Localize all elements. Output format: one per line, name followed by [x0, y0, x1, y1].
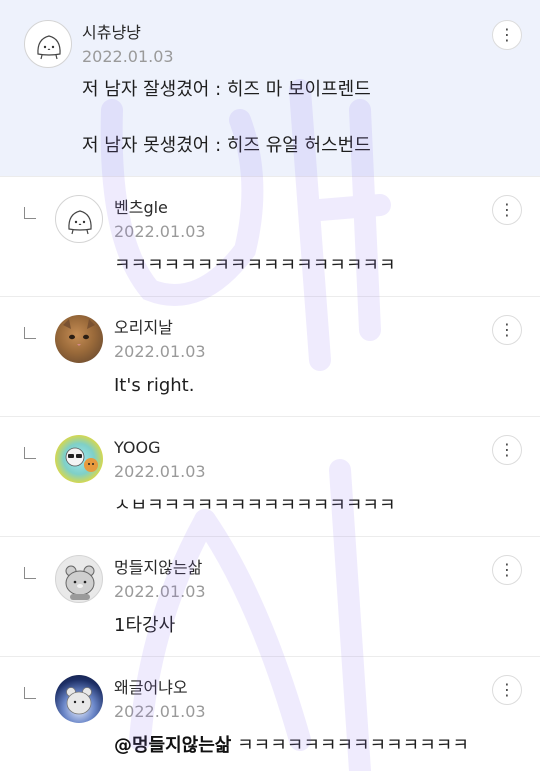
comment-item: 시츄냥냥 2022.01.03 저 남자 잘생겼어 : 히즈 마 보이프렌드 저… [0, 0, 540, 177]
more-options-button[interactable]: ⋮ [492, 555, 522, 585]
avatar[interactable] [24, 20, 72, 68]
bear-icon [66, 687, 92, 715]
reply-item: 벤츠gle 2022.01.03 ㅋㅋㅋㅋㅋㅋㅋㅋㅋㅋㅋㅋㅋㅋㅋㅋㅋ ⋮ [0, 177, 540, 297]
author-name[interactable]: 멍들지않는삶 [114, 558, 202, 578]
author-name[interactable]: YOOG [114, 438, 160, 458]
comment-date: 2022.01.03 [114, 222, 206, 241]
more-vertical-icon: ⋮ [499, 440, 515, 459]
avatar[interactable] [55, 315, 103, 363]
character-avatar [65, 447, 98, 472]
avatar[interactable] [55, 675, 103, 723]
reply-arrow-icon [24, 327, 36, 339]
ghost-icon [68, 210, 92, 235]
bear-icon [65, 565, 95, 600]
comment-text: 1타강사 [114, 615, 176, 636]
comment-text: 저 남자 못생겼어 : 히즈 유얼 허스번드 [82, 135, 371, 156]
cat-photo [63, 319, 95, 346]
reply-arrow-icon [24, 567, 36, 579]
more-vertical-icon: ⋮ [499, 320, 515, 339]
reply-item: YOOG 2022.01.03 ㅅㅂㅋㅋㅋㅋㅋㅋㅋㅋㅋㅋㅋㅋㅋㅋㅋ ⋮ [0, 417, 540, 537]
comment-date: 2022.01.03 [114, 702, 206, 721]
ghost-icon [37, 35, 61, 60]
avatar[interactable] [55, 435, 103, 483]
more-vertical-icon: ⋮ [499, 25, 515, 44]
comment-text: @멍들지않는삶 ㅋㅋㅋㅋㅋㅋㅋㅋㅋㅋㅋㅋㅋㅋ [114, 734, 469, 758]
more-options-button[interactable]: ⋮ [492, 195, 522, 225]
mention-link[interactable]: @멍들지않는삶 [114, 735, 231, 756]
comment-text: 저 남자 잘생겼어 : 히즈 마 보이프렌드 [82, 79, 371, 100]
author-name[interactable]: 시츄냥냥 [82, 23, 141, 43]
more-options-button[interactable]: ⋮ [492, 315, 522, 345]
reply-item: 오리지날 2022.01.03 It's right. ⋮ [0, 297, 540, 417]
comment-text: ㅅㅂㅋㅋㅋㅋㅋㅋㅋㅋㅋㅋㅋㅋㅋㅋㅋ [114, 495, 396, 516]
comment-text: It's right. [114, 375, 195, 396]
more-vertical-icon: ⋮ [499, 680, 515, 699]
comment-date: 2022.01.03 [82, 47, 174, 66]
avatar[interactable] [55, 195, 103, 243]
reply-arrow-icon [24, 207, 36, 219]
avatar[interactable] [55, 555, 103, 603]
comment-text-body: ㅋㅋㅋㅋㅋㅋㅋㅋㅋㅋㅋㅋㅋㅋ [231, 735, 469, 756]
more-options-button[interactable]: ⋮ [492, 20, 522, 50]
author-name[interactable]: 오리지날 [114, 318, 173, 338]
reply-arrow-icon [24, 447, 36, 459]
reply-item: 왜글어냐오 2022.01.03 @멍들지않는삶 ㅋㅋㅋㅋㅋㅋㅋㅋㅋㅋㅋㅋㅋㅋ … [0, 657, 540, 777]
more-vertical-icon: ⋮ [499, 200, 515, 219]
reply-arrow-icon [24, 687, 36, 699]
more-options-button[interactable]: ⋮ [492, 675, 522, 705]
comment-date: 2022.01.03 [114, 342, 206, 361]
comment-date: 2022.01.03 [114, 582, 206, 601]
more-options-button[interactable]: ⋮ [492, 435, 522, 465]
comment-date: 2022.01.03 [114, 462, 206, 481]
comment-text: ㅋㅋㅋㅋㅋㅋㅋㅋㅋㅋㅋㅋㅋㅋㅋㅋㅋ [114, 255, 396, 276]
more-vertical-icon: ⋮ [499, 560, 515, 579]
reply-item: 멍들지않는삶 2022.01.03 1타강사 ⋮ [0, 537, 540, 657]
author-name[interactable]: 왜글어냐오 [114, 678, 188, 698]
author-name[interactable]: 벤츠gle [114, 198, 168, 218]
